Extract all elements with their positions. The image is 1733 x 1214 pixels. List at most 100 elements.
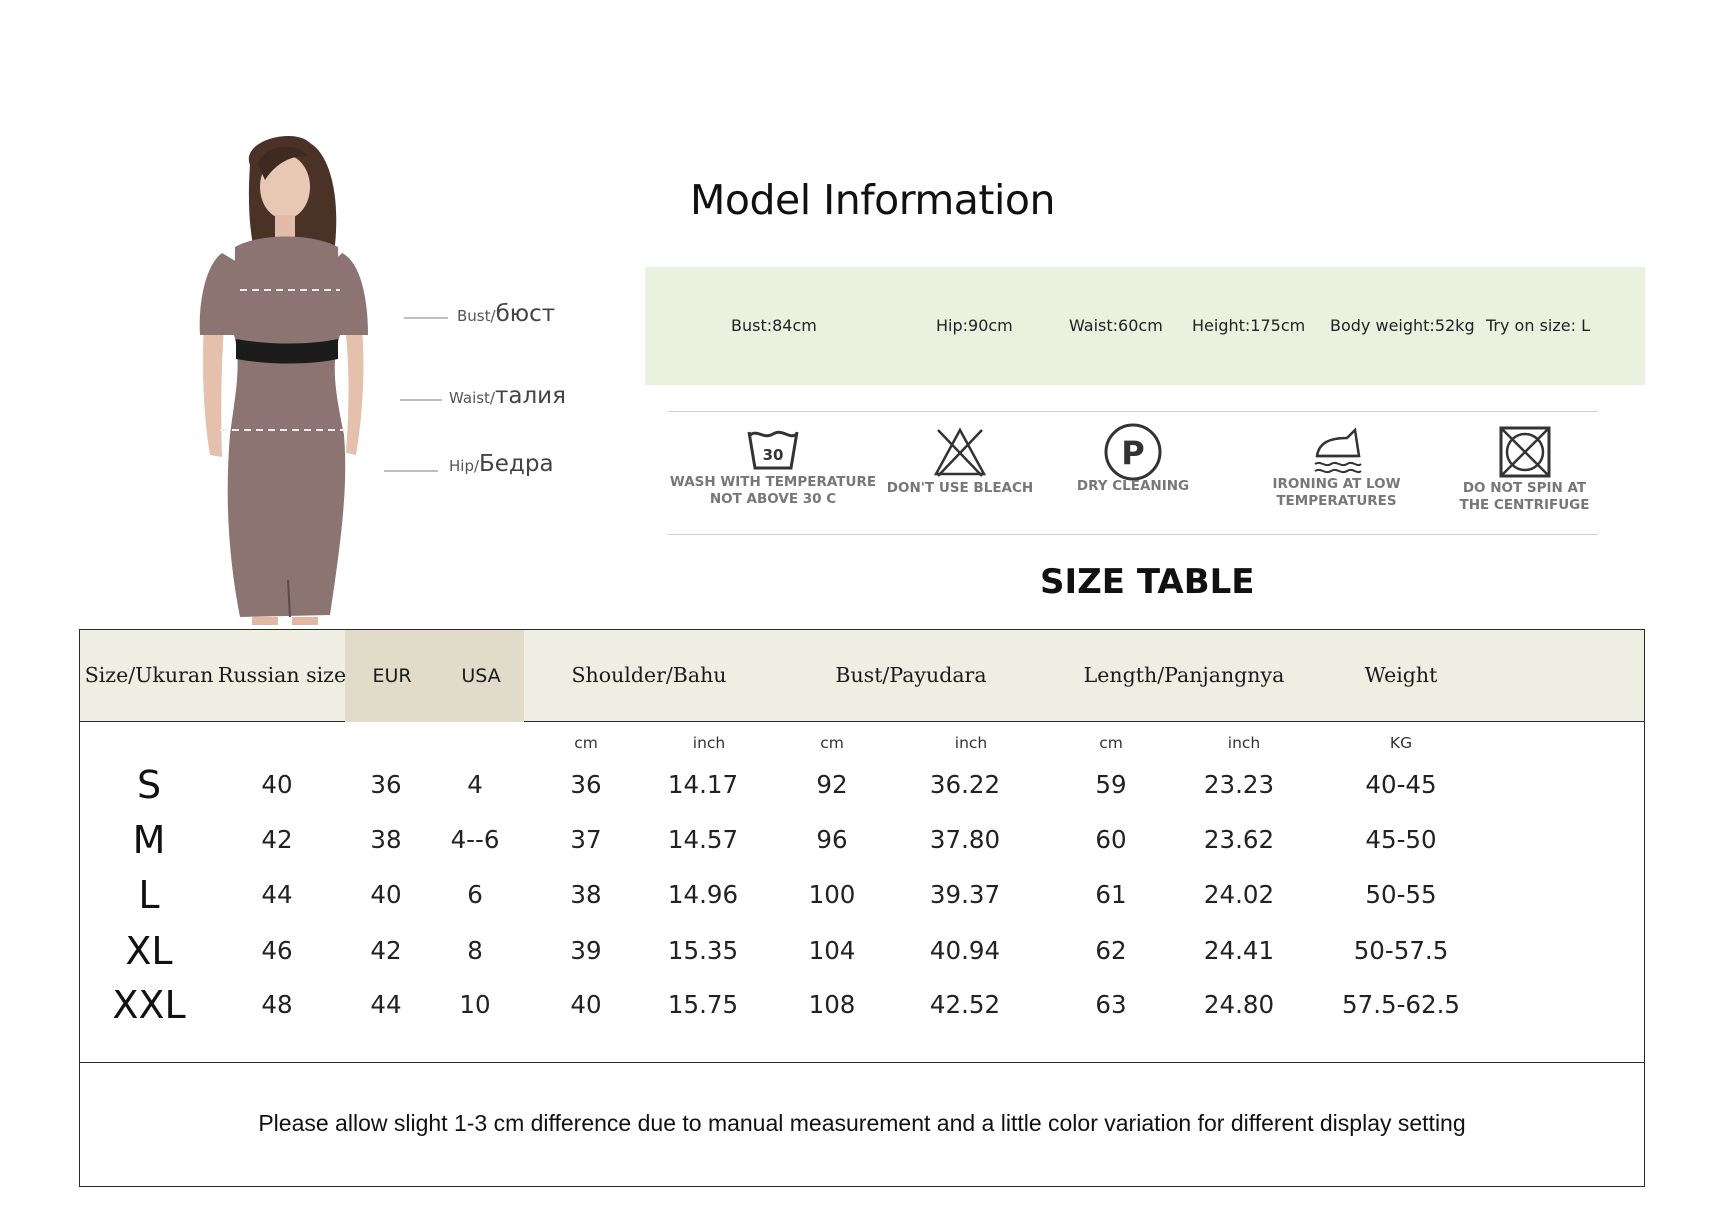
model-height: Height:175cm — [1192, 316, 1306, 335]
cell-bust-cm: 108 — [808, 990, 856, 1019]
table-row: M 42 38 4--6 37 14.57 96 37.80 60 23.62 45-50 — [80, 815, 1644, 865]
cell-shoulder-cm: 39 — [570, 936, 602, 965]
cell-russian-size: 42 — [261, 825, 293, 854]
model-info-bar: Bust:84cm Hip:90cm Waist:60cm Height:175… — [645, 267, 1645, 385]
cell-bust-inch: 37.80 — [929, 825, 1001, 854]
model-bust: Bust:84cm — [731, 316, 817, 335]
cell-usa: 6 — [467, 880, 483, 909]
iron-low-icon — [1313, 427, 1362, 474]
model-waist: Waist:60cm — [1069, 316, 1163, 335]
cell-usa: 10 — [459, 990, 491, 1019]
care-item-iron: IRONING AT LOW TEMPERATURES — [1264, 412, 1409, 536]
cell-eur: 36 — [370, 770, 402, 799]
waist-label: Waist/талия — [449, 383, 566, 409]
table-row: L 44 40 6 38 14.96 100 39.37 61 24.02 50-55 — [80, 870, 1644, 920]
cell-length-cm: 62 — [1095, 936, 1127, 965]
no-spin-icon — [1499, 426, 1550, 478]
unit-length-cm: cm — [1099, 734, 1123, 752]
cell-length-inch: 24.80 — [1203, 990, 1275, 1019]
table-row: XXL 48 44 10 40 15.75 108 42.52 63 24.80 57.5-62.5 — [80, 980, 1644, 1030]
model-hip: Hip:90cm — [936, 316, 1013, 335]
table-header: Size/Ukuran Russian size EUR USA Shoulde… — [80, 630, 1644, 722]
care-item-wash: 30 WASH WITH TEMPERATURE NOT ABOVE 30 C — [668, 412, 878, 536]
cell-length-inch: 24.02 — [1203, 880, 1275, 909]
cell-bust-inch: 36.22 — [929, 770, 1001, 799]
cell-weight-kg: 40-45 — [1365, 770, 1437, 799]
cell-length-cm: 61 — [1095, 880, 1127, 909]
care-symbols: 30 WASH WITH TEMPERATURE NOT ABOVE 30 C … — [668, 411, 1598, 535]
header-eur: EUR — [372, 665, 412, 687]
care-label-wash: WASH WITH TEMPERATURE NOT ABOVE 30 C — [669, 474, 877, 507]
wash-30-icon: 30 — [747, 430, 799, 470]
cell-bust-cm: 104 — [808, 936, 856, 965]
unit-shoulder-inch: inch — [692, 734, 726, 752]
cell-eur: 38 — [370, 825, 402, 854]
model-weight: Body weight:52kg — [1330, 316, 1475, 335]
cell-eur: 40 — [370, 880, 402, 909]
cell-shoulder-inch: 15.75 — [667, 990, 739, 1019]
care-item-dry-clean: P DRY CLEANING — [1068, 412, 1198, 536]
cell-bust-inch: 42.52 — [929, 990, 1001, 1019]
cell-eur: 44 — [370, 990, 402, 1019]
unit-length-inch: inch — [1227, 734, 1261, 752]
header-russian-size: Russian size — [217, 663, 347, 687]
care-label-bleach: DON'T USE BLEACH — [886, 480, 1034, 496]
cell-bust-inch: 39.37 — [929, 880, 1001, 909]
model-illustration — [199, 135, 448, 625]
model-info-title: Model Information — [690, 176, 1055, 224]
unit-weight-kg: KG — [1389, 734, 1413, 752]
svg-text:P: P — [1121, 434, 1144, 472]
cell-length-inch: 23.62 — [1203, 825, 1275, 854]
table-row: S 40 36 4 36 14.17 92 36.22 59 23.23 40-45 — [80, 760, 1644, 810]
size-table-title: SIZE TABLE — [1040, 562, 1255, 602]
cell-bust-inch: 40.94 — [929, 936, 1001, 965]
header-shoulder: Shoulder/Bahu — [571, 663, 727, 687]
cell-length-cm: 63 — [1095, 990, 1127, 1019]
cell-shoulder-inch: 15.35 — [667, 936, 739, 965]
cell-russian-size: 44 — [261, 880, 293, 909]
cell-length-inch: 23.23 — [1203, 770, 1275, 799]
cell-weight-kg: 50-55 — [1365, 880, 1437, 909]
cell-usa: 8 — [467, 936, 483, 965]
cell-size: XL — [125, 929, 173, 973]
cell-bust-cm: 96 — [816, 825, 848, 854]
unit-bust-cm: cm — [820, 734, 844, 752]
care-label-iron: IRONING AT LOW TEMPERATURES — [1272, 476, 1401, 509]
header-size: Size/Ukuran — [84, 663, 214, 687]
cell-shoulder-cm: 37 — [570, 825, 602, 854]
cell-shoulder-cm: 40 — [570, 990, 602, 1019]
cell-russian-size: 40 — [261, 770, 293, 799]
cell-bust-cm: 100 — [808, 880, 856, 909]
cell-shoulder-cm: 38 — [570, 880, 602, 909]
care-item-bleach: DON'T USE BLEACH — [886, 412, 1034, 536]
no-bleach-icon — [933, 427, 987, 477]
cell-length-cm: 59 — [1095, 770, 1127, 799]
cell-weight-kg: 50-57.5 — [1353, 936, 1449, 965]
cell-shoulder-inch: 14.17 — [667, 770, 739, 799]
cell-shoulder-cm: 36 — [570, 770, 602, 799]
cell-weight-kg: 57.5-62.5 — [1342, 990, 1460, 1019]
unit-bust-inch: inch — [954, 734, 988, 752]
bust-label: Bust/бюст — [457, 301, 556, 327]
cell-size: S — [136, 763, 162, 807]
care-item-spin: DO NOT SPIN AT THE CENTRIFUGE — [1452, 412, 1597, 536]
cell-bust-cm: 92 — [816, 770, 848, 799]
header-usa: USA — [461, 665, 501, 687]
model-figure: Bust/бюст Waist/талия Hip/Бедра — [180, 135, 640, 625]
cell-russian-size: 46 — [261, 936, 293, 965]
unit-shoulder-cm: cm — [574, 734, 598, 752]
dry-cleaning-icon: P — [1104, 423, 1162, 481]
hip-label: Hip/Бедра — [449, 451, 554, 477]
header-bust: Bust/Payudara — [835, 663, 987, 687]
cell-length-inch: 24.41 — [1203, 936, 1275, 965]
footer-divider — [80, 1062, 1644, 1063]
cell-size: L — [138, 873, 160, 917]
measurement-note: Please allow slight 1-3 cm difference du… — [258, 1110, 1466, 1136]
cell-shoulder-inch: 14.96 — [667, 880, 739, 909]
table-row: XL 46 42 8 39 15.35 104 40.94 62 24.41 50-57.5 — [80, 926, 1644, 976]
model-try-size: Try on size: L — [1486, 316, 1590, 335]
cell-size: XXL — [112, 983, 186, 1027]
care-label-dry-clean: DRY CLEANING — [1076, 478, 1190, 494]
cell-length-cm: 60 — [1095, 825, 1127, 854]
header-length: Length/Panjangnya — [1083, 663, 1285, 687]
